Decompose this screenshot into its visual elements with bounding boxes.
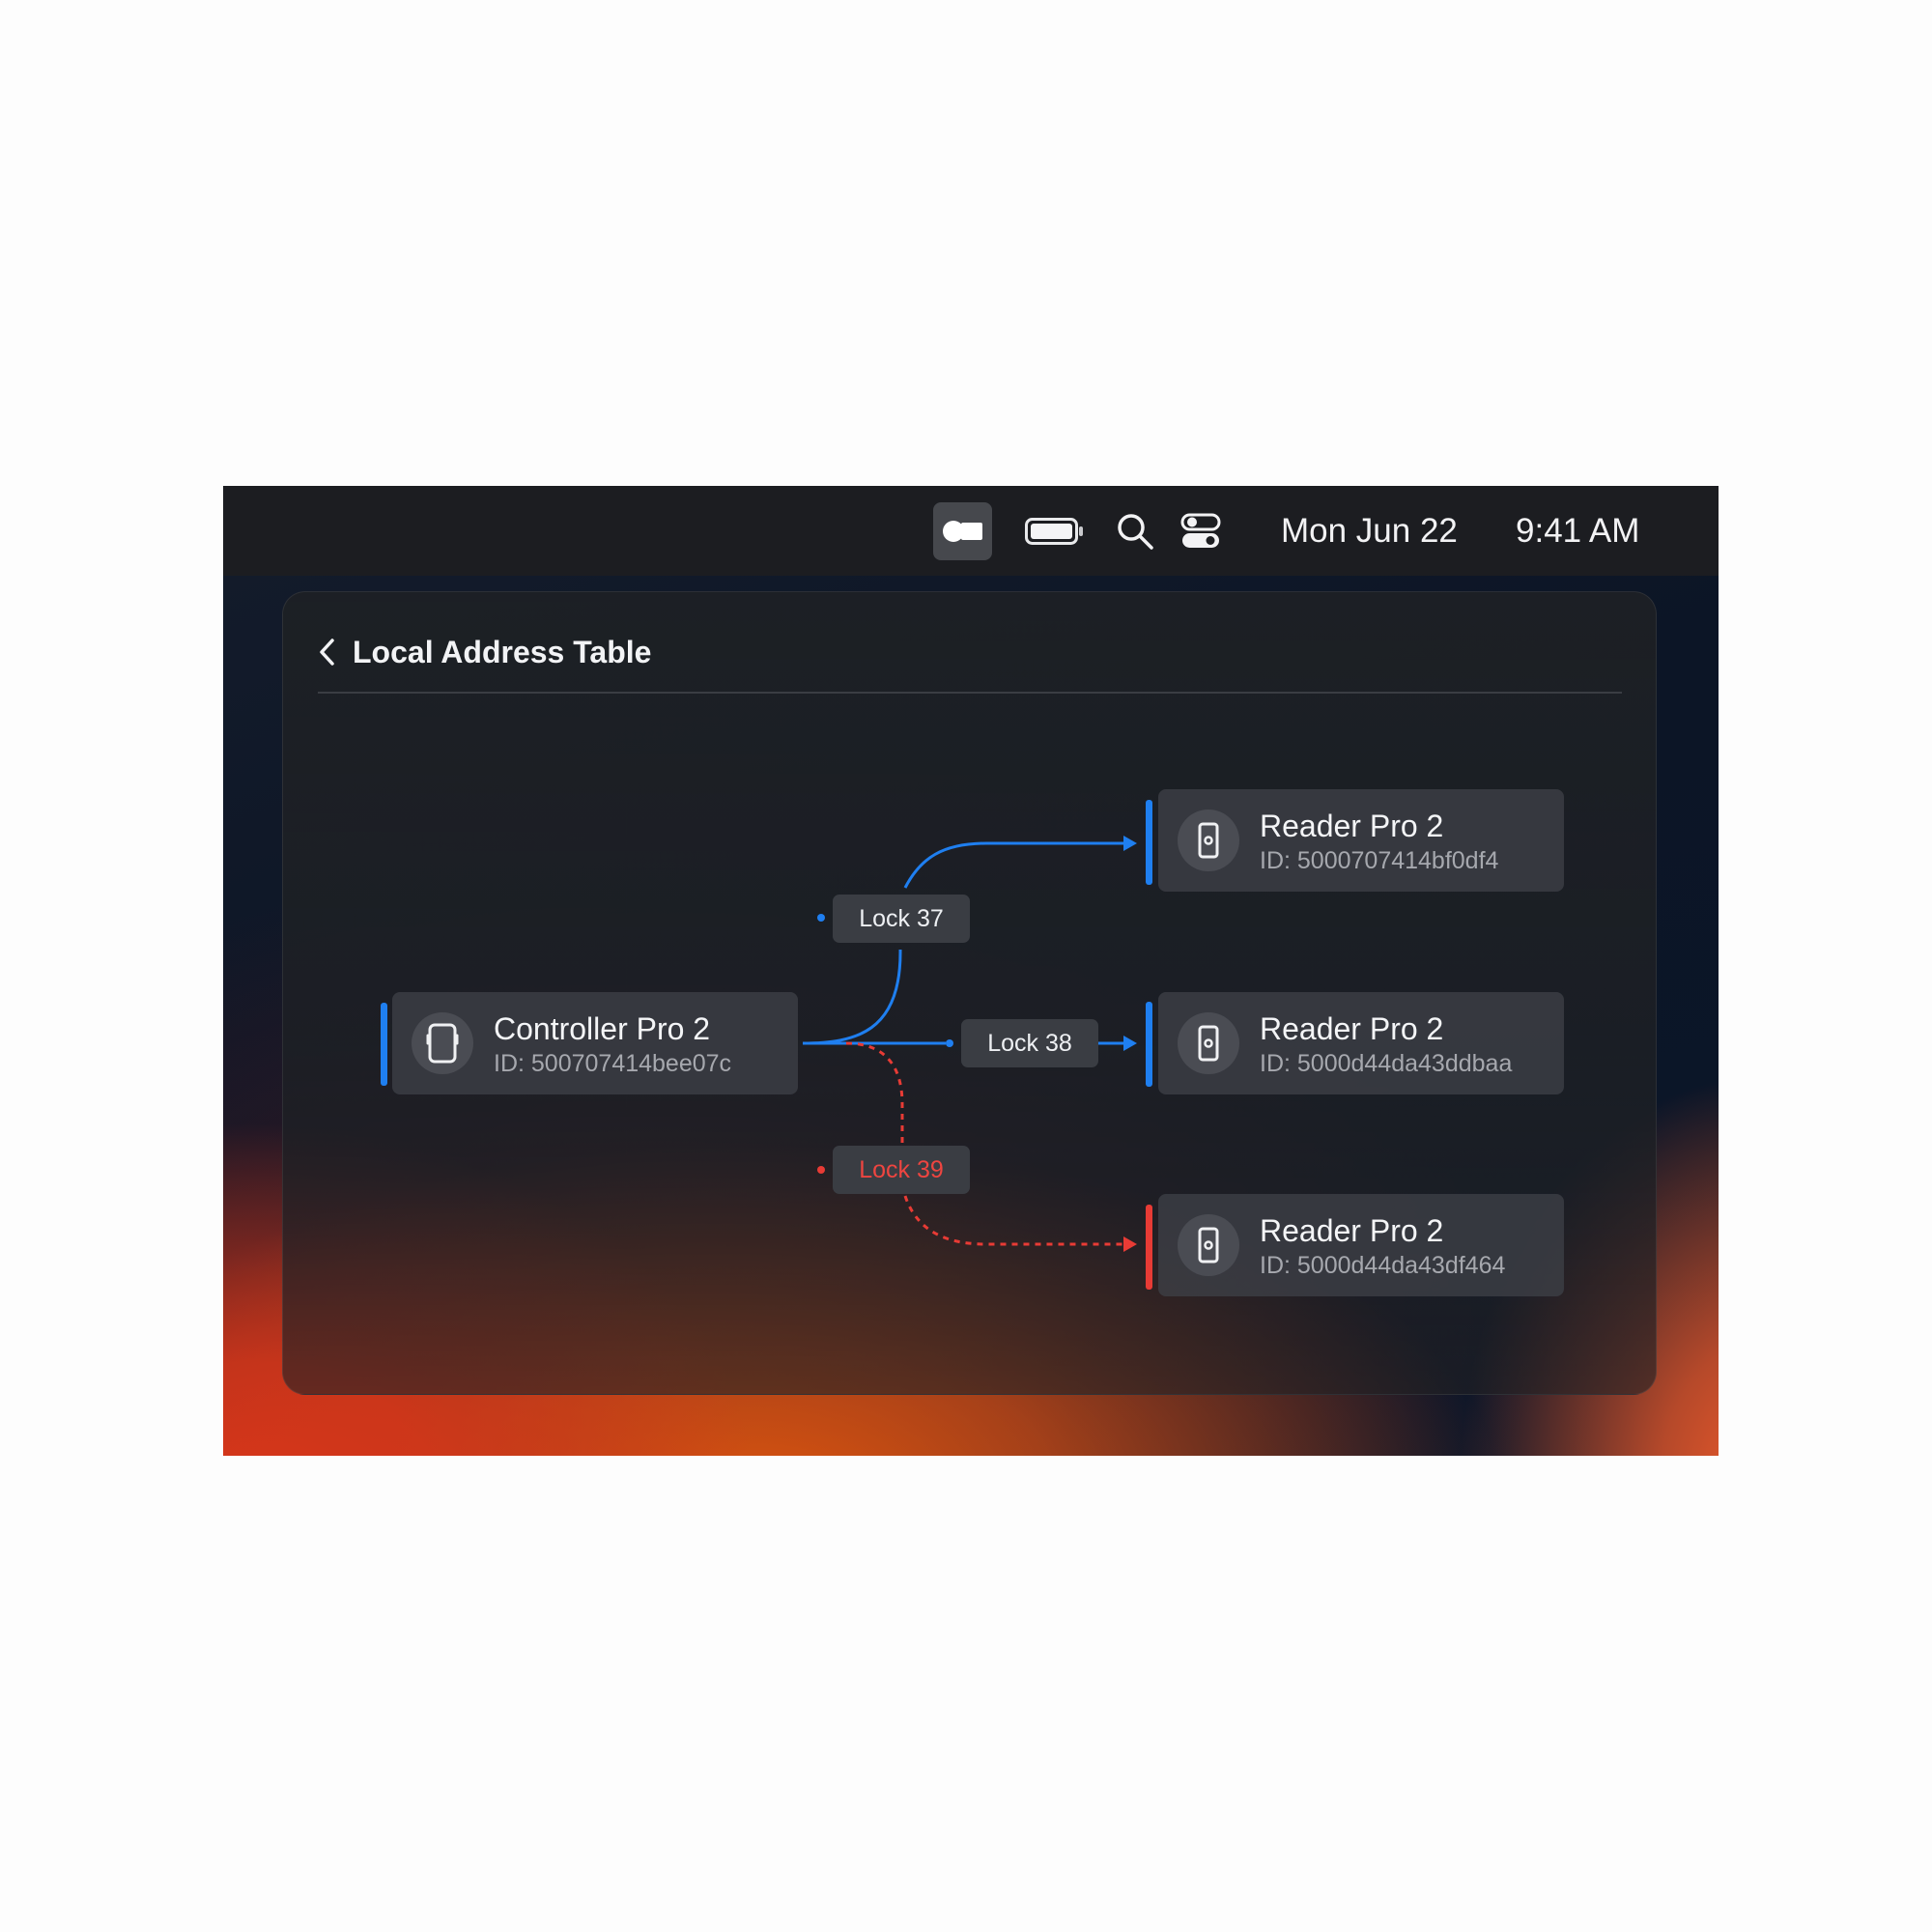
reader-id: ID: 5000d44da43ddbaa xyxy=(1260,1050,1513,1077)
connection-diagram xyxy=(802,836,1137,1252)
reader-id: ID: 5000707414bf0df4 xyxy=(1260,847,1499,874)
lock-label-37[interactable]: Lock 37 xyxy=(833,895,970,943)
reader-node-3[interactable]: Reader Pro 2 ID: 5000d44da43df464 xyxy=(1158,1194,1564,1296)
reader-node-1[interactable]: Reader Pro 2 ID: 5000707414bf0df4 xyxy=(1158,789,1564,892)
link-line-lock-37 xyxy=(802,950,902,1045)
reader-name: Reader Pro 2 xyxy=(1260,1011,1444,1046)
link-line-lock-39-bottom xyxy=(903,1195,1123,1246)
reader-status-accent xyxy=(1146,800,1152,885)
lock-label-39[interactable]: Lock 39 xyxy=(833,1146,970,1194)
reader-device-icon xyxy=(1178,1012,1239,1074)
link-dot-lock-39 xyxy=(817,1166,825,1174)
reader-name: Reader Pro 2 xyxy=(1260,1213,1444,1248)
reader-node-2[interactable]: Reader Pro 2 ID: 5000d44da43ddbaa xyxy=(1158,992,1564,1094)
link-dot-lock-38 xyxy=(946,1039,953,1047)
reader-name: Reader Pro 2 xyxy=(1260,809,1444,843)
link-line-lock-37-top xyxy=(903,841,1123,889)
reader-device-icon xyxy=(1178,1214,1239,1276)
lock-label-text: Lock 38 xyxy=(987,1029,1072,1057)
controller-id: ID: 500707414bee07c xyxy=(494,1050,732,1077)
controller-status-accent xyxy=(381,1003,387,1086)
arrowhead-lock-37 xyxy=(1123,836,1137,851)
lock-label-38[interactable]: Lock 38 xyxy=(961,1019,1098,1067)
lock-label-text: Lock 37 xyxy=(859,904,944,932)
reader-id: ID: 5000d44da43df464 xyxy=(1260,1252,1506,1279)
link-dot-lock-37 xyxy=(817,914,825,922)
desktop-screen: Mon Jun 22 9:41 AM Local Address Table C… xyxy=(223,486,1719,1456)
controller-node[interactable]: Controller Pro 2 ID: 500707414bee07c xyxy=(392,992,798,1094)
reader-device-icon xyxy=(1178,810,1239,871)
arrowhead-lock-38 xyxy=(1123,1036,1137,1051)
reader-status-accent xyxy=(1146,1002,1152,1087)
reader-error-accent xyxy=(1146,1205,1152,1290)
lock-label-text: Lock 39 xyxy=(859,1155,944,1183)
link-line-lock-39 xyxy=(845,1041,904,1145)
controller-name: Controller Pro 2 xyxy=(494,1011,711,1046)
arrowhead-lock-39 xyxy=(1123,1236,1137,1252)
controller-device-icon xyxy=(412,1012,473,1074)
